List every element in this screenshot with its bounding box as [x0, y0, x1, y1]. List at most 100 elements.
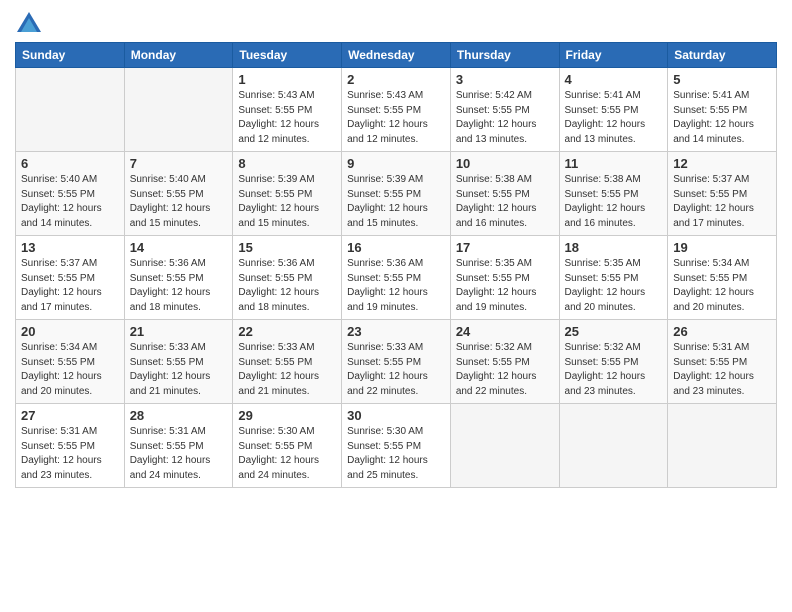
day-number: 4: [565, 72, 663, 87]
day-info: Sunrise: 5:38 AM Sunset: 5:55 PM Dayligh…: [565, 173, 663, 231]
day-number: 22: [238, 324, 336, 339]
day-number: 7: [130, 156, 228, 171]
day-info: Sunrise: 5:39 AM Sunset: 5:55 PM Dayligh…: [347, 173, 445, 231]
day-number: 15: [238, 240, 336, 255]
week-row-5: 27 Sunrise: 5:31 AM Sunset: 5:55 PM Dayli…: [16, 404, 777, 488]
day-info: Sunrise: 5:41 AM Sunset: 5:55 PM Dayligh…: [673, 89, 771, 147]
day-cell: 11 Sunrise: 5:38 AM Sunset: 5:55 PM Dayli…: [559, 152, 668, 236]
day-number: 18: [565, 240, 663, 255]
day-number: 8: [238, 156, 336, 171]
day-cell: [16, 68, 125, 152]
day-number: 3: [456, 72, 554, 87]
day-number: 19: [673, 240, 771, 255]
day-cell: 9 Sunrise: 5:39 AM Sunset: 5:55 PM Daylig…: [342, 152, 451, 236]
day-number: 12: [673, 156, 771, 171]
day-cell: 17 Sunrise: 5:35 AM Sunset: 5:55 PM Dayli…: [450, 236, 559, 320]
day-cell: 14Sunrise: 5:36 AM Sunset: 5:55 PM Dayli…: [124, 236, 233, 320]
day-cell: 29 Sunrise: 5:30 AM Sunset: 5:55 PM Dayli…: [233, 404, 342, 488]
day-number: 5: [673, 72, 771, 87]
day-number: 26: [673, 324, 771, 339]
day-cell: 24Sunrise: 5:32 AM Sunset: 5:55 PM Dayli…: [450, 320, 559, 404]
day-info: Sunrise: 5:37 AM Sunset: 5:55 PM Dayligh…: [673, 173, 771, 231]
day-info: Sunrise: 5:31 AM Sunset: 5:55 PM Dayligh…: [673, 341, 771, 399]
day-number: 23: [347, 324, 445, 339]
day-cell: 7Sunrise: 5:40 AM Sunset: 5:55 PM Daylig…: [124, 152, 233, 236]
day-cell: 22 Sunrise: 5:33 AM Sunset: 5:55 PM Dayli…: [233, 320, 342, 404]
day-number: 20: [21, 324, 119, 339]
day-cell: 12 Sunrise: 5:37 AM Sunset: 5:55 PM Dayli…: [668, 152, 777, 236]
day-info: Sunrise: 5:35 AM Sunset: 5:55 PM Dayligh…: [456, 257, 554, 315]
day-info: Sunrise: 5:43 AM Sunset: 5:55 PM Dayligh…: [347, 89, 445, 147]
day-cell: 5 Sunrise: 5:41 AM Sunset: 5:55 PM Daylig…: [668, 68, 777, 152]
day-number: 10: [456, 156, 554, 171]
logo: [15, 10, 47, 38]
day-cell: 6Sunrise: 5:40 AM Sunset: 5:55 PM Daylig…: [16, 152, 125, 236]
day-cell: 19 Sunrise: 5:34 AM Sunset: 5:55 PM Dayli…: [668, 236, 777, 320]
logo-icon: [15, 10, 43, 38]
column-header-friday: Friday: [559, 43, 668, 68]
column-header-monday: Monday: [124, 43, 233, 68]
week-row-2: 6Sunrise: 5:40 AM Sunset: 5:55 PM Daylig…: [16, 152, 777, 236]
day-info: Sunrise: 5:30 AM Sunset: 5:55 PM Dayligh…: [238, 425, 336, 483]
day-number: 17: [456, 240, 554, 255]
calendar-body: 1 Sunrise: 5:43 AM Sunset: 5:55 PM Daylig…: [16, 68, 777, 488]
column-header-tuesday: Tuesday: [233, 43, 342, 68]
day-cell: 21 Sunrise: 5:33 AM Sunset: 5:55 PM Dayli…: [124, 320, 233, 404]
column-header-sunday: Sunday: [16, 43, 125, 68]
day-number: 2: [347, 72, 445, 87]
day-number: 29: [238, 408, 336, 423]
day-cell: 10Sunrise: 5:38 AM Sunset: 5:55 PM Dayli…: [450, 152, 559, 236]
day-cell: 15 Sunrise: 5:36 AM Sunset: 5:55 PM Dayli…: [233, 236, 342, 320]
day-number: 28: [130, 408, 228, 423]
day-cell: 25Sunrise: 5:32 AM Sunset: 5:55 PM Dayli…: [559, 320, 668, 404]
column-header-saturday: Saturday: [668, 43, 777, 68]
header: [15, 10, 777, 38]
day-number: 21: [130, 324, 228, 339]
day-info: Sunrise: 5:43 AM Sunset: 5:55 PM Dayligh…: [238, 89, 336, 147]
day-info: Sunrise: 5:33 AM Sunset: 5:55 PM Dayligh…: [347, 341, 445, 399]
day-number: 9: [347, 156, 445, 171]
day-info: Sunrise: 5:30 AM Sunset: 5:55 PM Dayligh…: [347, 425, 445, 483]
day-cell: 28 Sunrise: 5:31 AM Sunset: 5:55 PM Dayli…: [124, 404, 233, 488]
day-number: 30: [347, 408, 445, 423]
day-cell: 3 Sunrise: 5:42 AM Sunset: 5:55 PM Daylig…: [450, 68, 559, 152]
day-info: Sunrise: 5:40 AM Sunset: 5:55 PM Dayligh…: [21, 173, 119, 231]
day-number: 16: [347, 240, 445, 255]
day-cell: 4 Sunrise: 5:41 AM Sunset: 5:55 PM Daylig…: [559, 68, 668, 152]
day-info: Sunrise: 5:37 AM Sunset: 5:55 PM Dayligh…: [21, 257, 119, 315]
day-info: Sunrise: 5:39 AM Sunset: 5:55 PM Dayligh…: [238, 173, 336, 231]
day-info: Sunrise: 5:36 AM Sunset: 5:55 PM Dayligh…: [130, 257, 228, 315]
day-number: 11: [565, 156, 663, 171]
day-info: Sunrise: 5:34 AM Sunset: 5:55 PM Dayligh…: [673, 257, 771, 315]
day-cell: [668, 404, 777, 488]
column-headers: SundayMondayTuesdayWednesdayThursdayFrid…: [16, 43, 777, 68]
day-info: Sunrise: 5:41 AM Sunset: 5:55 PM Dayligh…: [565, 89, 663, 147]
day-cell: 16 Sunrise: 5:36 AM Sunset: 5:55 PM Dayli…: [342, 236, 451, 320]
day-info: Sunrise: 5:42 AM Sunset: 5:55 PM Dayligh…: [456, 89, 554, 147]
day-number: 27: [21, 408, 119, 423]
day-cell: 13Sunrise: 5:37 AM Sunset: 5:55 PM Dayli…: [16, 236, 125, 320]
week-row-3: 13Sunrise: 5:37 AM Sunset: 5:55 PM Dayli…: [16, 236, 777, 320]
day-info: Sunrise: 5:35 AM Sunset: 5:55 PM Dayligh…: [565, 257, 663, 315]
day-info: Sunrise: 5:31 AM Sunset: 5:55 PM Dayligh…: [130, 425, 228, 483]
day-info: Sunrise: 5:31 AM Sunset: 5:55 PM Dayligh…: [21, 425, 119, 483]
day-cell: [124, 68, 233, 152]
day-number: 24: [456, 324, 554, 339]
week-row-4: 20Sunrise: 5:34 AM Sunset: 5:55 PM Dayli…: [16, 320, 777, 404]
day-cell: 8 Sunrise: 5:39 AM Sunset: 5:55 PM Daylig…: [233, 152, 342, 236]
day-info: Sunrise: 5:36 AM Sunset: 5:55 PM Dayligh…: [347, 257, 445, 315]
day-cell: 20Sunrise: 5:34 AM Sunset: 5:55 PM Dayli…: [16, 320, 125, 404]
day-cell: 1 Sunrise: 5:43 AM Sunset: 5:55 PM Daylig…: [233, 68, 342, 152]
day-cell: 2 Sunrise: 5:43 AM Sunset: 5:55 PM Daylig…: [342, 68, 451, 152]
calendar: SundayMondayTuesdayWednesdayThursdayFrid…: [15, 42, 777, 488]
day-cell: [559, 404, 668, 488]
day-info: Sunrise: 5:33 AM Sunset: 5:55 PM Dayligh…: [238, 341, 336, 399]
day-cell: 30 Sunrise: 5:30 AM Sunset: 5:55 PM Dayli…: [342, 404, 451, 488]
day-info: Sunrise: 5:36 AM Sunset: 5:55 PM Dayligh…: [238, 257, 336, 315]
day-cell: 18 Sunrise: 5:35 AM Sunset: 5:55 PM Dayli…: [559, 236, 668, 320]
day-info: Sunrise: 5:33 AM Sunset: 5:55 PM Dayligh…: [130, 341, 228, 399]
day-number: 1: [238, 72, 336, 87]
day-cell: [450, 404, 559, 488]
day-cell: 26 Sunrise: 5:31 AM Sunset: 5:55 PM Dayli…: [668, 320, 777, 404]
day-number: 25: [565, 324, 663, 339]
